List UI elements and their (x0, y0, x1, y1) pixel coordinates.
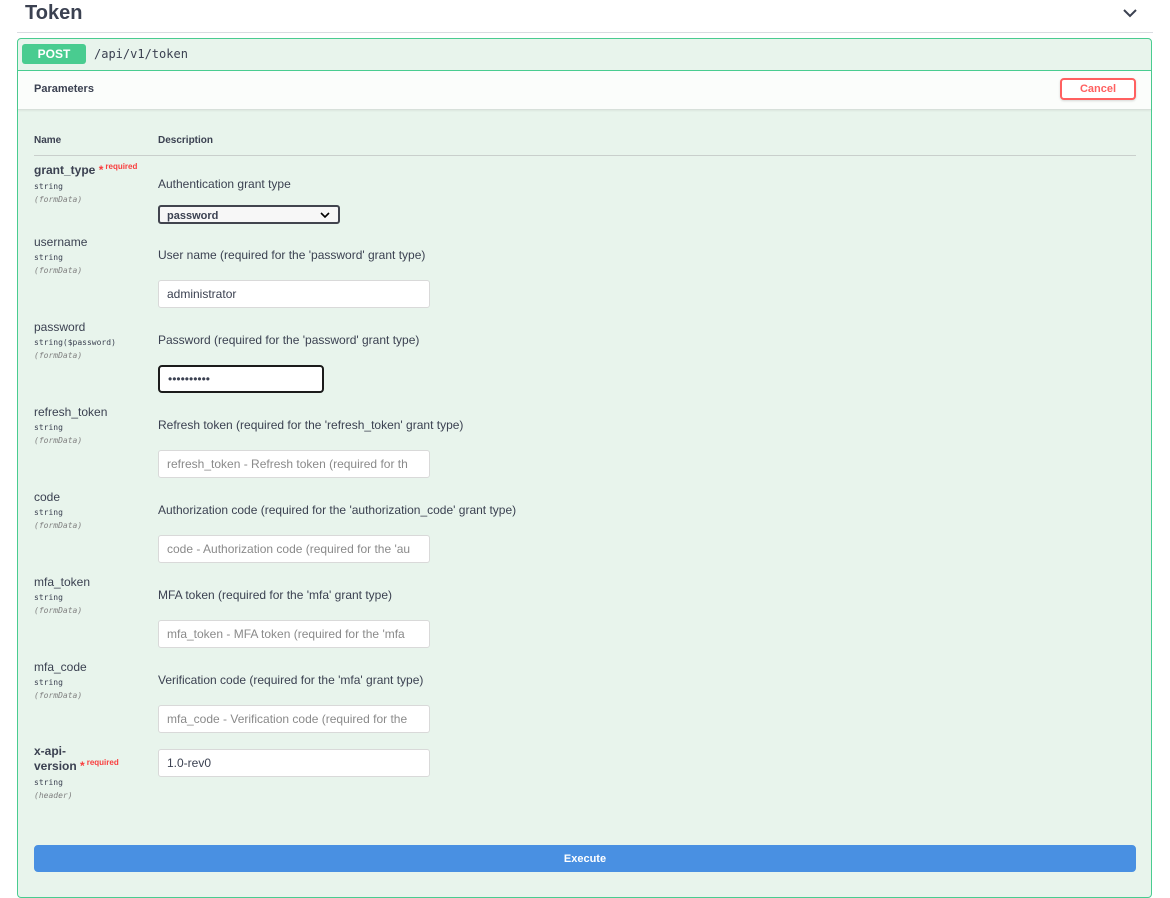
tag-title: Token (25, 2, 83, 24)
param-type: string (34, 182, 63, 191)
required-star: * (98, 163, 104, 177)
execute-button[interactable]: Execute (34, 845, 1136, 872)
param-description: User name (required for the 'password' g… (158, 248, 426, 262)
param-password: password string($password) (formData) (34, 320, 156, 360)
operation-block: POST /api/v1/token Parameters Cancel Nam… (17, 38, 1152, 898)
chevron-down-icon[interactable] (1121, 4, 1139, 22)
param-name: username (34, 235, 88, 249)
cancel-button[interactable]: Cancel (1060, 78, 1136, 100)
param-name: refresh_token (34, 405, 108, 419)
param-type: string (34, 778, 63, 787)
grant-type-select[interactable]: password (158, 205, 340, 224)
param-type: string (34, 253, 63, 262)
param-username: username string (formData) (34, 235, 156, 275)
operation-path: /api/v1/token (94, 47, 188, 61)
param-refresh-token: refresh_token string (formData) (34, 405, 156, 445)
param-description: Password (required for the 'password' gr… (158, 333, 420, 347)
name-column-header: Name (34, 135, 62, 146)
param-description: MFA token (required for the 'mfa' grant … (158, 588, 393, 602)
param-type: string (34, 508, 63, 517)
operation-summary[interactable]: POST /api/v1/token (18, 39, 1151, 71)
param-location: (formData) (34, 691, 83, 700)
param-name: code (34, 490, 61, 504)
param-description: Authentication grant type (158, 177, 291, 191)
param-description: Authorization code (required for the 'au… (158, 503, 517, 517)
param-name: mfa_token (34, 575, 91, 589)
param-mfa-token: mfa_token string (formData) (34, 575, 156, 615)
grant-type-selected-value: password (167, 210, 219, 222)
param-name: mfa_code (34, 660, 87, 674)
parameters-title: Parameters (34, 83, 94, 95)
param-description: Refresh token (required for the 'refresh… (158, 418, 464, 432)
x-api-version-input[interactable] (158, 749, 430, 777)
param-name-line1: x-api- (34, 744, 67, 758)
param-type: string (34, 678, 63, 687)
param-name: grant_type (34, 163, 96, 177)
required-star: * (80, 759, 85, 773)
param-location: (formData) (34, 351, 83, 360)
param-location: (header) (34, 791, 73, 800)
parameters-section-header: Parameters Cancel (18, 71, 1151, 110)
mfa-code-input[interactable] (158, 705, 430, 733)
param-location: (formData) (34, 266, 83, 275)
param-mfa-code: mfa_code string (formData) (34, 660, 156, 700)
param-location: (formData) (34, 521, 83, 530)
chevron-down-icon (320, 212, 330, 219)
http-method-badge: POST (22, 44, 86, 64)
mfa-token-input[interactable] (158, 620, 430, 648)
param-name: password (34, 320, 86, 334)
param-grant-type: grant_type * required string (formData) (34, 162, 156, 204)
param-location: (formData) (34, 436, 83, 445)
header-divider (34, 155, 1136, 156)
param-type: string($password) (34, 338, 116, 347)
param-location: (formData) (34, 195, 83, 204)
param-type: string (34, 593, 63, 602)
required-label: required (86, 758, 119, 767)
tag-header[interactable]: Token (17, 0, 1153, 33)
description-column-header: Description (158, 135, 214, 146)
param-type: string (34, 423, 63, 432)
code-input[interactable] (158, 535, 430, 563)
param-location: (formData) (34, 606, 83, 615)
param-x-api-version: x-api- version * required string (header) (34, 744, 156, 800)
password-input[interactable] (158, 365, 324, 393)
param-name-line2: version (34, 759, 77, 773)
param-description: Verification code (required for the 'mfa… (158, 673, 424, 687)
username-input[interactable] (158, 280, 430, 308)
param-code: code string (formData) (34, 490, 156, 530)
refresh-token-input[interactable] (158, 450, 430, 478)
required-label: required (105, 162, 138, 171)
